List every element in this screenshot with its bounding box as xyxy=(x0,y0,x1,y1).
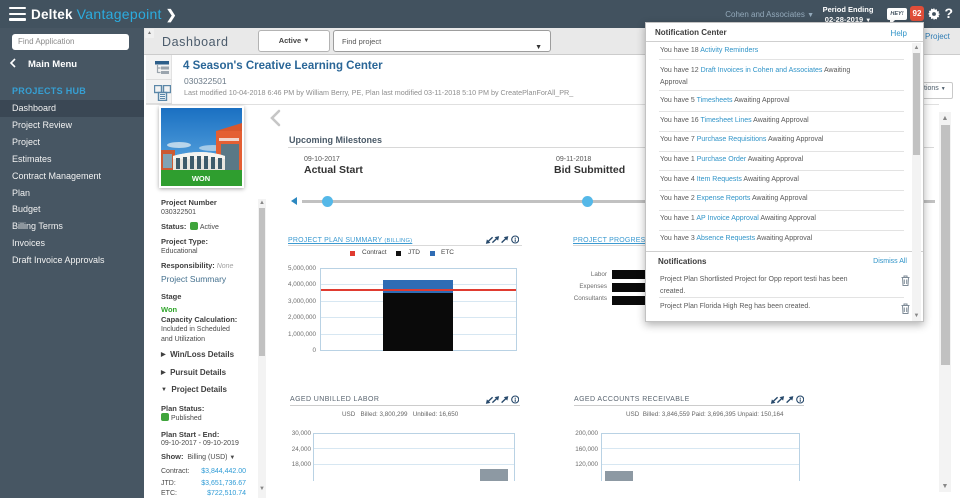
svg-text:WON: WON xyxy=(192,174,210,183)
